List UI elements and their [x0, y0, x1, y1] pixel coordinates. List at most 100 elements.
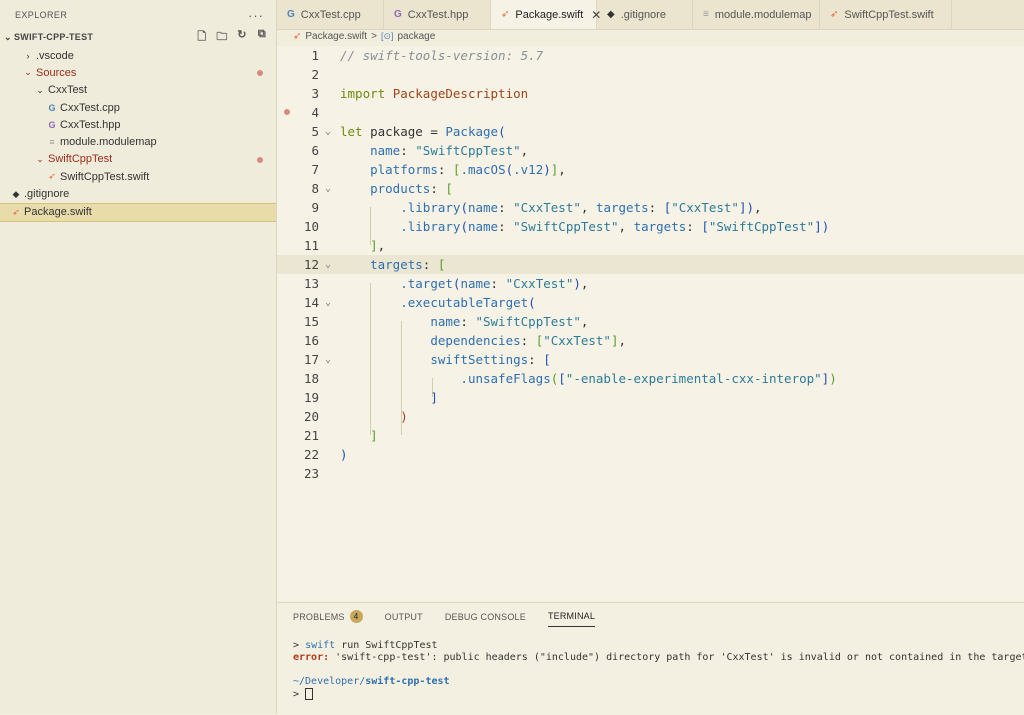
- git-icon: ◆: [607, 9, 615, 20]
- code-text: .library(name: "SwiftCppTest", targets: …: [340, 217, 829, 236]
- code-token: ,: [377, 238, 386, 253]
- explorer-title: EXPLORER: [15, 10, 68, 20]
- breadcrumb-symbol[interactable]: package: [397, 31, 435, 42]
- code-token: :: [400, 143, 416, 158]
- tree-item[interactable]: ◆ .gitignore: [0, 185, 276, 202]
- editor-tabs: G CxxTest.cpp G CxxTest.hpp ➶ Package.swift ✕ ◆…: [277, 0, 1024, 30]
- fold-chevron-icon[interactable]: ⌄: [325, 293, 331, 312]
- code-editor[interactable]: 1// swift-tools-version: 5.7 2 3 import Pac…: [277, 46, 1024, 601]
- code-token: "CxxTest": [671, 200, 739, 215]
- tree-item[interactable]: G CxxTest.hpp: [0, 116, 276, 133]
- fold-chevron-icon[interactable]: ⌄: [325, 122, 331, 141]
- code-token: [: [701, 219, 709, 234]
- code-line: 10 .library(name: "SwiftCppTest", target…: [277, 217, 1024, 236]
- problems-count-badge: 4: [349, 610, 363, 623]
- code-token: // swift-tools-version: 5.7: [340, 48, 544, 63]
- code-token: swiftSettings: [430, 352, 529, 367]
- panel-tab[interactable]: PROBLEMS 4: [293, 610, 363, 627]
- tree-item[interactable]: G CxxTest.cpp: [0, 99, 276, 116]
- code-token: :: [460, 314, 476, 329]
- code-token: targets: [370, 257, 423, 272]
- code-text: .unsafeFlags(["-enable-experimental-cxx-…: [340, 369, 836, 388]
- breadcrumb-file[interactable]: Package.swift: [305, 31, 367, 42]
- code-text: ): [340, 445, 348, 464]
- more-actions-icon[interactable]: ···: [248, 8, 264, 23]
- line-number: 11: [303, 238, 319, 253]
- code-line: 22): [277, 445, 1024, 464]
- panel-tab[interactable]: TERMINAL: [547, 610, 596, 627]
- panel-tab[interactable]: OUTPUT: [385, 610, 423, 627]
- code-line: 18 .unsafeFlags(["-enable-experimental-c…: [277, 369, 1024, 388]
- chevron-down-icon: ⌄: [24, 67, 32, 78]
- code-token: ]: [370, 238, 378, 253]
- code-token: :: [437, 162, 453, 177]
- line-number: 5: [311, 124, 319, 139]
- line-number: 16: [303, 333, 319, 348]
- tree-item[interactable]: ⌄ CxxTest: [0, 82, 276, 99]
- tree-item[interactable]: ⌄ SwiftCppTest: [0, 151, 276, 168]
- editor-tab[interactable]: G CxxTest.cpp: [277, 0, 384, 29]
- terminal-command-line: > swift run SwiftCppTest: [293, 640, 1024, 652]
- tree-item[interactable]: › .vscode: [0, 47, 276, 64]
- editor-tab[interactable]: ≡ module.modulemap: [693, 0, 820, 29]
- code-token: targets: [633, 219, 687, 234]
- new-file-icon[interactable]: 🗋: [194, 28, 210, 47]
- collapse-all-icon[interactable]: ⧉: [254, 28, 270, 47]
- tree-item[interactable]: ⌄ Sources: [0, 64, 276, 81]
- refresh-icon[interactable]: ↻: [234, 28, 250, 47]
- line-number: 22: [303, 447, 319, 462]
- code-token: :: [686, 219, 702, 234]
- tree-item[interactable]: ➶ Package.swift: [0, 202, 276, 222]
- code-text: let package = Package(: [340, 122, 506, 141]
- fold-chevron-icon[interactable]: ⌄: [325, 255, 331, 274]
- tree-item[interactable]: ➶ SwiftCppTest.swift: [0, 168, 276, 185]
- editor-tab[interactable]: ◆ .gitignore: [597, 0, 693, 29]
- tree-item-label: module.modulemap: [60, 136, 157, 149]
- code-text: ]: [340, 388, 438, 407]
- hpp-file-icon: G: [48, 119, 56, 130]
- code-line: 4: [277, 103, 1024, 122]
- editor-tab[interactable]: ➶ Package.swift ✕: [491, 0, 601, 29]
- editor-tab[interactable]: G CxxTest.hpp: [384, 0, 491, 29]
- code-token: .executableTarget: [400, 295, 529, 310]
- code-token: ,: [580, 314, 589, 329]
- text-file-icon: ≡: [49, 137, 55, 148]
- code-text: targets: [: [340, 255, 445, 274]
- cpp-file-icon: G: [287, 9, 295, 20]
- explorer-header: EXPLORER ···: [0, 0, 276, 30]
- line-number: 14: [303, 295, 319, 310]
- code-line: 21 ]: [277, 426, 1024, 445]
- fold-chevron-icon[interactable]: ⌄: [325, 350, 331, 369]
- line-number: 18: [303, 371, 319, 386]
- code-token: ,: [580, 200, 596, 215]
- editor-tab[interactable]: ➶ SwiftCppTest.swift: [820, 0, 952, 29]
- code-line: 1 // swift-tools-version: 5.7: [277, 46, 1024, 65]
- code-token: ,: [618, 333, 627, 348]
- new-folder-icon[interactable]: 🗀: [214, 28, 230, 47]
- line-number: 17: [303, 352, 319, 367]
- project-section-header[interactable]: ⌄ SWIFT-CPP-TEST 🗋 🗀 ↻ ⧉: [0, 28, 276, 47]
- code-token: ,: [558, 162, 566, 177]
- fold-chevron-icon[interactable]: ⌄: [325, 179, 331, 198]
- code-token: ): [573, 276, 581, 291]
- code-token: name: [467, 200, 499, 215]
- terminal-cursor: [305, 688, 314, 700]
- editor-tab-label: module.modulemap: [714, 8, 812, 21]
- code-text: name: "SwiftCppTest",: [340, 312, 588, 331]
- code-token: "SwiftCppTest": [708, 219, 815, 234]
- code-token: dependencies: [430, 333, 521, 348]
- terminal-output[interactable]: > swift run SwiftCppTest error: 'swift-cp…: [293, 640, 1024, 701]
- swift-file-icon: ➶: [48, 171, 56, 182]
- terminal-input-line[interactable]: >: [293, 688, 1024, 701]
- line-number: 10: [303, 219, 319, 234]
- panel-tab[interactable]: DEBUG CONSOLE: [445, 610, 526, 627]
- tree-item[interactable]: ≡ module.modulemap: [0, 133, 276, 150]
- tree-item-label: SwiftCppTest.swift: [60, 170, 150, 183]
- chevron-down-icon: ⌄: [36, 153, 44, 164]
- breadcrumb-separator: >: [371, 31, 377, 42]
